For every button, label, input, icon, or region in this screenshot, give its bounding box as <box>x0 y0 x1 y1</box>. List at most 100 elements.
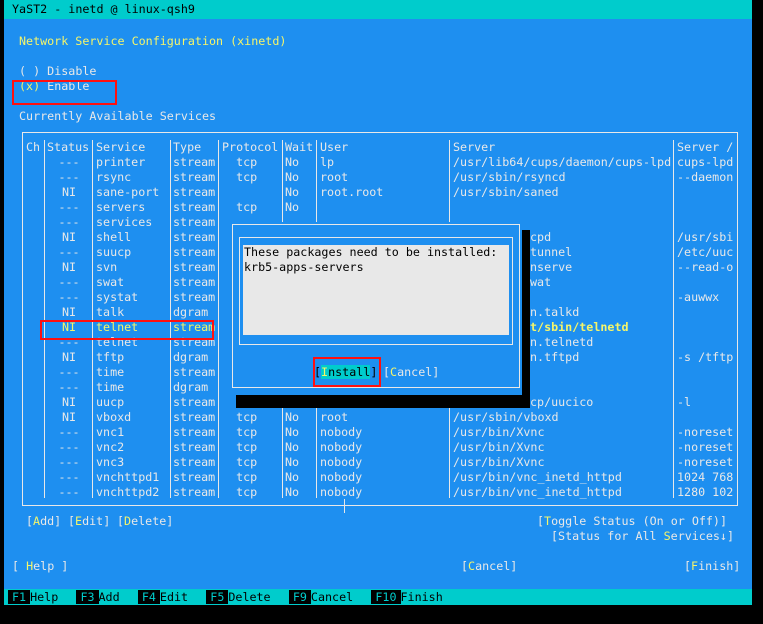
column-separator <box>92 140 93 498</box>
cell-user: root <box>320 410 349 424</box>
fkey-cancel[interactable]: F9 Cancel <box>288 589 360 605</box>
cell-status: --- <box>58 170 80 184</box>
fkey-label: Edit <box>159 590 196 604</box>
column-header[interactable]: Type <box>173 140 219 155</box>
cell-status: NI <box>61 185 77 199</box>
radio-disable[interactable]: ( ) Disable <box>19 64 96 79</box>
cell-server: nserve <box>530 260 573 274</box>
dialog-cancel-label: ancel <box>397 365 433 379</box>
cell-service: vnc2 <box>96 440 125 454</box>
cell-status: --- <box>58 440 80 454</box>
cell-protocol: tcp <box>222 170 258 184</box>
cell-server: /usr/bin/Xvnc <box>453 440 545 454</box>
column-separator <box>673 140 674 498</box>
column-header[interactable]: Service <box>96 140 170 155</box>
cell-protocol: tcp <box>222 440 258 454</box>
cell-type: stream <box>173 185 216 199</box>
horizontal-scroll-thumb[interactable] <box>344 499 345 513</box>
cell-status: --- <box>58 470 80 484</box>
table-border-bottom <box>22 505 738 506</box>
cell-user: nobody <box>320 455 363 469</box>
cell-args: 1280 102 <box>677 485 733 499</box>
fkey-number: F10 <box>371 590 401 604</box>
column-header[interactable]: Server / <box>677 140 733 155</box>
cell-service: vnchttpd2 <box>96 485 160 499</box>
package-list-box[interactable]: These packages need to be installed: krb… <box>243 245 509 335</box>
cell-args: -auwwx <box>677 290 720 304</box>
cell-args: 1024 768 <box>677 470 733 484</box>
dialog-cancel-button[interactable]: [Cancel] <box>383 365 439 380</box>
cell-args: -s /tftp <box>677 350 733 364</box>
delete-button[interactable]: [Delete] <box>117 514 173 529</box>
fkey-delete[interactable]: F5 Delete <box>206 589 277 605</box>
cell-service: suucp <box>96 245 132 259</box>
cell-status: --- <box>58 245 80 259</box>
cell-user: lp <box>320 155 335 169</box>
cell-service: uucp <box>96 395 125 409</box>
column-header[interactable]: User <box>320 140 450 155</box>
fkey-label: Help <box>30 590 66 604</box>
cell-user: nobody <box>320 440 363 454</box>
cell-status: --- <box>58 200 80 214</box>
cell-user: nobody <box>320 470 363 484</box>
cell-type: stream <box>173 230 216 244</box>
cell-server: wat <box>530 275 552 289</box>
cell-wait: No <box>285 470 300 484</box>
column-header[interactable]: Protocol <box>222 140 282 155</box>
dialog-shadow-bottom <box>236 395 530 408</box>
cell-type: stream <box>173 440 216 454</box>
edit-button[interactable]: [Edit] <box>68 514 110 529</box>
fkey-add[interactable]: F3 Add <box>76 589 126 605</box>
cell-type: stream <box>173 215 216 229</box>
cell-wait: No <box>285 200 300 214</box>
cell-type: stream <box>173 245 216 259</box>
fkey-edit[interactable]: F4 Edit <box>137 589 196 605</box>
table-border-left <box>22 132 23 506</box>
cell-args: cups-lpd <box>677 155 733 169</box>
column-separator <box>170 140 171 498</box>
cell-server: /usr/bin/Xvnc <box>453 455 545 469</box>
cell-protocol: tcp <box>222 455 258 469</box>
cell-server: tunnel <box>530 245 573 259</box>
function-key-bar: F1 Help F3 Add F4 Edit F5 Delete F9 Cancel F1… <box>4 589 752 605</box>
cell-user: root.root <box>320 185 384 199</box>
cell-status: --- <box>58 365 80 379</box>
column-header[interactable]: Server <box>453 140 673 155</box>
fkey-help[interactable]: F1 Help <box>8 589 65 605</box>
column-separator <box>44 140 45 498</box>
help-button[interactable]: [ Help ] <box>12 559 68 574</box>
toggle-status-button[interactable]: [Toggle Status (On or Off)] <box>537 514 727 529</box>
status-all-services-button[interactable]: [Status for All Services↓] <box>551 529 734 544</box>
cell-args: --read-o <box>677 260 733 274</box>
cell-protocol: tcp <box>222 200 258 214</box>
column-header[interactable]: Ch <box>26 140 44 155</box>
add-button[interactable]: [Add] <box>26 514 61 529</box>
cell-user: root <box>320 170 349 184</box>
cell-server: cp/uucico <box>530 395 594 409</box>
cell-wait: No <box>285 425 300 439</box>
cell-status: NI <box>61 350 77 364</box>
annotation-box-telnet <box>40 320 214 340</box>
cell-wait: No <box>285 410 300 424</box>
column-header[interactable]: Wait <box>285 140 317 155</box>
cell-server: /usr/bin/Xvnc <box>453 425 545 439</box>
finish-button[interactable]: [Finish] <box>684 559 740 574</box>
table-scrollbar[interactable] <box>737 132 738 506</box>
column-header[interactable]: Status <box>47 140 91 155</box>
cell-user: nobody <box>320 485 363 499</box>
cancel-button[interactable]: [Cancel] <box>461 559 517 574</box>
cell-wait: No <box>285 485 300 499</box>
cell-wait: No <box>285 185 300 199</box>
fkey-number: F1 <box>8 590 31 604</box>
cell-service: systat <box>96 290 139 304</box>
cell-type: dgram <box>173 305 209 319</box>
cell-service: vnc1 <box>96 425 125 439</box>
cell-args: --daemon <box>677 170 733 184</box>
cell-server: /usr/bin/vnc_inetd_httpd <box>453 470 622 484</box>
cell-protocol: tcp <box>222 485 258 499</box>
cell-protocol: tcp <box>222 425 258 439</box>
cell-type: stream <box>173 410 216 424</box>
fkey-number: F5 <box>206 590 229 604</box>
cell-service: time <box>96 365 125 379</box>
fkey-finish[interactable]: F10 Finish <box>371 589 449 605</box>
